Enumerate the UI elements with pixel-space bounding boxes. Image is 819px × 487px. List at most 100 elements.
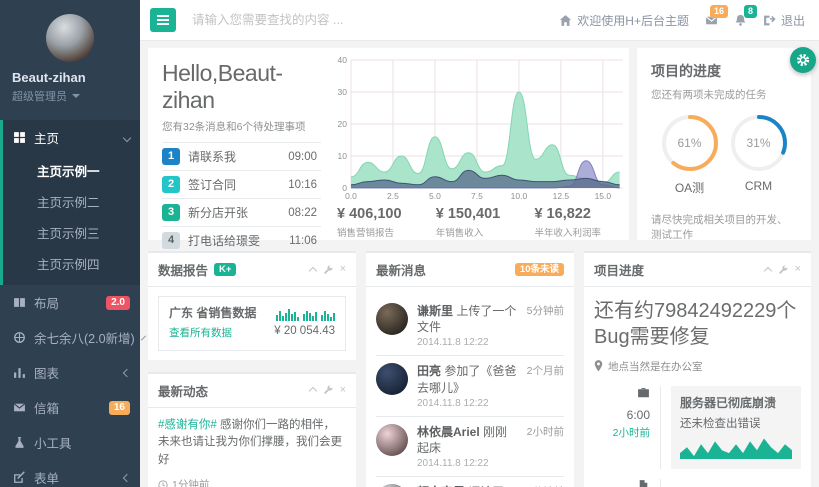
view-all-data-link[interactable]: 查看所有数据 [169, 325, 232, 340]
data-report-panel: 数据报告 K+ × 广东 省销售数据 查看所有数据 [148, 251, 356, 360]
settings-button[interactable] [323, 385, 333, 395]
panel-title: 最新消息 [376, 260, 426, 279]
message-user[interactable]: 林依晨Ariel [417, 425, 480, 439]
close-icon: × [795, 264, 801, 275]
search-input[interactable] [190, 12, 444, 28]
column-2: 最新消息 10条未读 谦斯里 上传了一个文件 2014.11.8 12:22 5… [366, 251, 574, 487]
task-item[interactable]: 2 签订合同 10:16 [162, 171, 321, 199]
close-button[interactable]: × [340, 264, 346, 275]
message-date: 2014.11.8 12:22 [417, 398, 518, 409]
svg-text:10: 10 [338, 151, 348, 161]
message-item[interactable]: 谦斯里 上传了一个文件 2014.11.8 12:22 5分钟前 [376, 296, 564, 356]
message-item[interactable]: 林依晨Ariel 刚刚起床 2014.11.8 12:22 2小时前 [376, 417, 564, 477]
stat-label: 年销售收入 [436, 225, 501, 239]
chart-column: 0102030400.02.55.07.510.012.515.0 ¥ 406,… [329, 48, 629, 240]
collapse-button[interactable] [310, 266, 316, 274]
message-ago: 2个月前 [527, 363, 564, 408]
wrench-icon [778, 265, 788, 275]
svg-text:5.0: 5.0 [429, 191, 441, 201]
sidebar-item-charts[interactable]: 图表 [0, 355, 140, 390]
collapse-button[interactable] [310, 386, 316, 394]
notification-count-badge: 8 [744, 5, 757, 18]
sidebar-toggle-button[interactable] [150, 8, 176, 32]
sidebar-item-home-example-3[interactable]: 主页示例三 [3, 217, 140, 248]
message-line: 林依晨Ariel 刚刚起床 [417, 424, 518, 456]
clock-icon [158, 480, 168, 487]
task-time: 11:06 [289, 235, 321, 247]
collapse-button[interactable] [765, 266, 771, 274]
sidebar-item-mailbox[interactable]: 信箱 16 [0, 390, 140, 425]
panel-tools: × [310, 264, 346, 275]
settings-button[interactable] [778, 265, 788, 275]
message-item[interactable]: 颜文字君 评论了 2014.11.8 12:22 【九部令人拍案叫绝的惊悚悬疑剧… [376, 477, 564, 487]
sidebar-item-extras[interactable]: 余七余八(2.0新增) [0, 320, 140, 355]
user-role-dropdown[interactable]: 超级管理员 [12, 88, 128, 104]
sidebar-item-label: 主页 [34, 128, 59, 147]
timeline-title: 服务器已彻底崩溃 [680, 394, 792, 411]
task-label: 打电话给璟雯 [188, 232, 260, 249]
activity-panel: 最新动态 × #感谢有你# 感谢你们一路的相伴，未来也请让我为你们撑腰，我们会更… [148, 372, 356, 487]
svg-text:15.0: 15.0 [595, 191, 612, 201]
flask-icon [13, 436, 26, 449]
sidebar-item-layout[interactable]: 布局 2.0 [0, 285, 140, 320]
logout-button[interactable]: 退出 [763, 12, 805, 29]
task-label: 请联系我 [188, 148, 236, 165]
settings-button[interactable] [323, 265, 333, 275]
theme-settings-button[interactable] [790, 47, 816, 73]
sidebar-item-home-example-4[interactable]: 主页示例四 [3, 248, 140, 279]
oa-progress-donut: 61% [659, 112, 721, 174]
donut-label: OA测 [659, 179, 721, 196]
close-button[interactable]: × [795, 264, 801, 275]
task-number-badge: 4 [162, 232, 180, 249]
task-item[interactable]: 3 新分店开张 08:22 [162, 199, 321, 227]
avatar [376, 363, 408, 395]
svg-text:40: 40 [338, 55, 348, 65]
post-time-row: 1分钟前 [158, 477, 346, 487]
stat-annual-revenue: ¥ 150,401 年销售收入 [436, 206, 501, 239]
message-user[interactable]: 谦斯里 [417, 304, 453, 318]
close-button[interactable]: × [340, 385, 346, 396]
sidebar-item-home-example-1[interactable]: 主页示例一 [3, 155, 140, 186]
welcome-link[interactable]: 欢迎使用H+后台主题 [559, 12, 689, 29]
mail-button[interactable]: 16 [705, 14, 718, 27]
chevron-left-icon [123, 473, 131, 481]
message-line: 谦斯里 上传了一个文件 [417, 303, 518, 335]
notifications-button[interactable]: 8 [734, 14, 747, 27]
message-line: 田亮 参加了《爸爸去哪儿》 [417, 363, 518, 395]
sidebar-item-home[interactable]: 主页 [3, 120, 140, 155]
task-item[interactable]: 1 请联系我 09:00 [162, 142, 321, 171]
sidebar-item-widgets[interactable]: 小工具 [0, 425, 140, 460]
message-date: 2014.11.8 12:22 [417, 458, 518, 469]
report-region: 广东 省销售数据 [169, 306, 256, 322]
sidebar-item-label: 布局 [34, 293, 59, 312]
panel-title: 最新动态 [158, 381, 208, 400]
chevron-up-icon [763, 266, 771, 274]
panel-header: 项目进度 × [584, 251, 811, 287]
timeline-item[interactable]: 7:00 3小时前 修复了0.5个bug 重启服务 [594, 479, 801, 487]
panel-body: 谦斯里 上传了一个文件 2014.11.8 12:22 5分钟前 田亮 参加了《… [366, 287, 574, 487]
panel-header: 最新消息 10条未读 [366, 251, 574, 287]
logout-label: 退出 [781, 12, 805, 29]
avatar[interactable] [46, 14, 94, 62]
report-card-left: 广东 省销售数据 查看所有数据 [169, 306, 256, 341]
columns-icon [13, 296, 26, 309]
bar-chart-icon [13, 366, 26, 379]
bug-count-headline: 还有约79842492229个Bug需要修复 [594, 298, 801, 351]
message-ago: 5分钟前 [527, 303, 564, 348]
timeline-meta: 7:00 3小时前 [594, 479, 661, 487]
message-item[interactable]: 田亮 参加了《爸爸去哪儿》 2014.11.8 12:22 2个月前 [376, 356, 564, 416]
globe-icon [13, 331, 26, 344]
dashboard-bottom-row: 数据报告 K+ × 广东 省销售数据 查看所有数据 [148, 251, 811, 487]
panel-body: #感谢有你# 感谢你们一路的相伴，未来也请让我为你们撑腰，我们会更好 1分钟前 … [148, 408, 356, 487]
stat-label: 半年收入利润率 [534, 225, 601, 239]
sidebar-item-forms[interactable]: 表单 [0, 460, 140, 487]
crm-progress: 31% CRM [728, 112, 790, 196]
sidebar-item-home-example-2[interactable]: 主页示例二 [3, 186, 140, 217]
message-ago: 2小时前 [527, 424, 564, 469]
message-user[interactable]: 田亮 [417, 364, 441, 378]
timeline-item[interactable]: 6:00 2小时前 服务器已彻底崩溃 还未检查出错误 [594, 386, 801, 469]
navbar-right: 欢迎使用H+后台主题 16 8 退出 [559, 12, 805, 29]
gear-icon [796, 53, 810, 67]
timeline-content: 修复了0.5个bug 重启服务 [671, 479, 801, 487]
hashtag-link[interactable]: #感谢有你# [158, 419, 217, 431]
